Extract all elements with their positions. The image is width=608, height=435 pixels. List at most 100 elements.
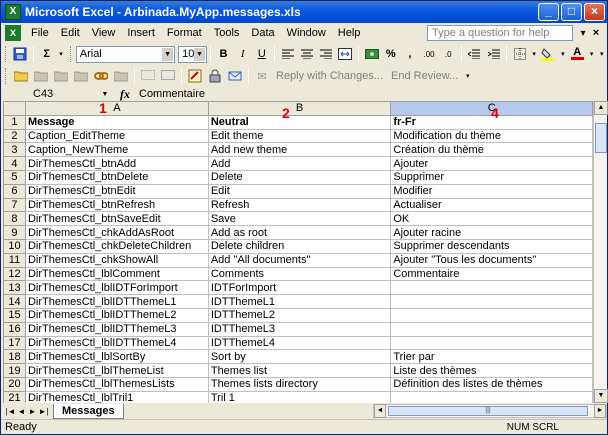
toolbar-grip[interactable]: [69, 46, 73, 62]
name-box-dropdown-icon[interactable]: ▼: [99, 91, 111, 98]
grid-cell[interactable]: Add: [207, 156, 392, 171]
row-header[interactable]: 19: [3, 363, 26, 378]
percent-style-button[interactable]: %: [382, 45, 399, 63]
grid-cell[interactable]: [390, 321, 593, 337]
grid-cell[interactable]: Supprimer descendants: [390, 238, 593, 254]
row-header[interactable]: 15: [3, 307, 26, 323]
merge-center-icon[interactable]: [337, 45, 354, 63]
prev-sheet-icon[interactable]: ◄: [16, 407, 27, 416]
grid-cell[interactable]: IDTThemeL3: [207, 321, 392, 337]
protect-icon[interactable]: [206, 67, 224, 85]
grid-cell[interactable]: IDTThemeL2: [207, 307, 392, 323]
grid-cell[interactable]: DirThemesCtl_lblComment: [24, 266, 209, 282]
maximize-button[interactable]: □: [561, 3, 582, 21]
grid-cell[interactable]: IDTThemeL1: [207, 294, 392, 309]
grid-cell[interactable]: Tril 1: [207, 390, 392, 403]
row-header[interactable]: 12: [3, 266, 26, 282]
decrease-indent-icon[interactable]: [466, 45, 483, 63]
menu-edit[interactable]: Edit: [55, 27, 86, 39]
autosum-icon[interactable]: Σ: [38, 45, 55, 63]
grid-cell[interactable]: DirThemesCtl_lblTril1: [24, 390, 209, 403]
menu-file[interactable]: File: [25, 27, 55, 39]
row-header[interactable]: 1: [3, 114, 26, 130]
toolbar-options-icon[interactable]: ▾: [597, 45, 606, 63]
scroll-right-icon[interactable]: ►: [594, 404, 606, 418]
fill-color-dropdown-icon[interactable]: ▾: [559, 45, 567, 63]
grid-cell[interactable]: Refresh: [207, 197, 392, 213]
grid-cell[interactable]: DirThemesCtl_lblThemesLists: [24, 376, 209, 392]
decrease-decimal-button[interactable]: .0: [440, 45, 457, 63]
row-header[interactable]: 20: [3, 376, 26, 392]
currency-icon[interactable]: [363, 45, 380, 63]
grid-cell[interactable]: [390, 294, 593, 309]
menu-format[interactable]: Format: [161, 27, 208, 39]
row-header[interactable]: 8: [3, 211, 26, 227]
grid-cell[interactable]: DirThemesCtl_lblIDTThemeL2: [24, 307, 209, 323]
grid-cell[interactable]: OK: [390, 211, 593, 227]
grid-cell[interactable]: Commentaire: [390, 266, 593, 282]
toolbar-grip[interactable]: [5, 68, 8, 84]
row-header[interactable]: 21: [3, 390, 26, 403]
grid-cell[interactable]: Sort by: [207, 349, 392, 365]
row-header[interactable]: 10: [3, 238, 26, 254]
sheet-tab-messages[interactable]: Messages: [53, 403, 124, 419]
grid-cell[interactable]: IDTForImport: [207, 280, 392, 296]
menu-view[interactable]: View: [86, 27, 122, 39]
italic-button[interactable]: I: [234, 45, 251, 63]
grid-cell[interactable]: Création du thème: [390, 142, 593, 158]
menu-tools[interactable]: Tools: [208, 27, 246, 39]
grid-cell[interactable]: DirThemesCtl_btnAdd: [24, 156, 209, 171]
grid-cell[interactable]: Save: [207, 211, 392, 227]
horizontal-scrollbar[interactable]: ◄ ||| ►: [373, 404, 607, 418]
row-header[interactable]: 9: [3, 225, 26, 240]
grid-cell[interactable]: Caption_EditTheme: [24, 128, 209, 144]
grid-cell[interactable]: Ajouter: [390, 156, 593, 171]
autosum-dropdown-icon[interactable]: ▾: [57, 45, 65, 63]
grid-cell[interactable]: DirThemesCtl_lblIDTThemeL3: [24, 321, 209, 337]
row-header[interactable]: 3: [3, 142, 26, 158]
close-button[interactable]: ×: [584, 3, 605, 21]
bold-button[interactable]: B: [215, 45, 232, 63]
menu-help[interactable]: Help: [332, 27, 367, 39]
comma-style-button[interactable]: ,: [401, 45, 418, 63]
chevron-down-icon[interactable]: ▼: [193, 47, 205, 61]
send-icon[interactable]: [226, 67, 244, 85]
grid-cell[interactable]: [390, 390, 593, 403]
help-search-input[interactable]: Type a question for help: [427, 25, 573, 41]
column-header-a[interactable]: A: [24, 101, 209, 116]
scroll-up-icon[interactable]: ▲: [594, 101, 608, 115]
align-left-icon[interactable]: [279, 45, 296, 63]
grid-cell[interactable]: DirThemesCtl_btnSaveEdit: [24, 211, 209, 227]
grid-cell[interactable]: Ajouter racine: [390, 225, 593, 240]
folder-icon[interactable]: [12, 67, 30, 85]
grid-cell[interactable]: Themes lists directory: [207, 376, 392, 392]
grid-cell[interactable]: IDTThemeL4: [207, 335, 392, 351]
track-changes-icon[interactable]: [186, 67, 204, 85]
row-header[interactable]: 2: [3, 128, 26, 144]
grid-cell[interactable]: Ajouter "Tous les documents": [390, 252, 593, 268]
menu-data[interactable]: Data: [245, 27, 280, 39]
first-sheet-icon[interactable]: |◄: [5, 407, 16, 416]
excel-app-icon[interactable]: X: [5, 4, 21, 20]
cells-table[interactable]: A B C 1 Message Neutral fr-Fr 2 Caption_EditT…: [3, 101, 593, 403]
menu-insert[interactable]: Insert: [121, 27, 161, 39]
vertical-scrollbar[interactable]: ▲ ▼: [593, 101, 608, 403]
grid-cell[interactable]: DirThemesCtl_lblIDTForImport: [24, 280, 209, 296]
name-box[interactable]: C43: [3, 87, 99, 101]
borders-icon[interactable]: [511, 45, 528, 63]
grid-cell[interactable]: Edit theme: [207, 128, 392, 144]
font-color-icon[interactable]: A: [569, 45, 586, 63]
end-review-button[interactable]: End Review...: [387, 70, 462, 82]
grid-cell[interactable]: DirThemesCtl_chkAddAsRoot: [24, 225, 209, 240]
grid-cell[interactable]: DirThemesCtl_btnEdit: [24, 183, 209, 199]
grid-cell[interactable]: Delete children: [207, 238, 392, 254]
workbook-icon[interactable]: X: [5, 25, 21, 41]
grid-cell[interactable]: Caption_NewTheme: [24, 142, 209, 158]
row-header[interactable]: 13: [3, 280, 26, 296]
grid-cell[interactable]: DirThemesCtl_chkShowAll: [24, 252, 209, 268]
grid-cell[interactable]: Actualiser: [390, 197, 593, 213]
vertical-scroll-thumb[interactable]: [595, 123, 607, 153]
grid-cell[interactable]: Supprimer: [390, 169, 593, 185]
toolbar-options-icon[interactable]: ▾: [463, 67, 472, 85]
insert-function-button[interactable]: fx: [111, 87, 139, 102]
